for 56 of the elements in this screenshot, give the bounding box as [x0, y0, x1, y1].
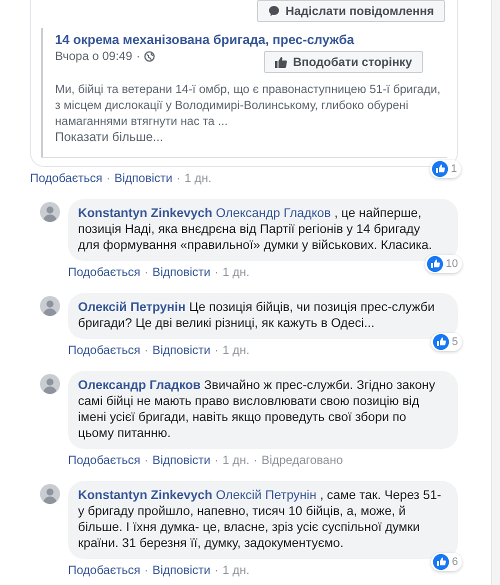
separator-dot: · — [144, 343, 148, 357]
mention-link[interactable]: Олександр Гладков — [216, 206, 331, 220]
comment-action-link[interactable]: Відповісти — [114, 171, 172, 185]
comment-text: Konstantyn Zinkevych Олексій Петрунін , саме так. Через 51-у бригаду пройшло, напевно, тисяч 10 бійців, а, може, й більше. І їхня думка- це, власне, зріз усіє суспільної думки країни. 31 березня її, думку, задокументуємо. — [78, 487, 442, 551]
send-message-button[interactable]: Надіслати повідомлення — [256, 0, 445, 22]
separator-dot: · — [214, 563, 218, 577]
comment-action-link[interactable]: Відповісти — [152, 265, 210, 279]
comment-author-link[interactable]: Konstantyn Zinkevych — [78, 206, 212, 220]
comment-action-link[interactable]: Відповісти — [152, 453, 210, 467]
like-reaction-icon — [432, 334, 449, 350]
separator-dot: · — [214, 453, 218, 467]
globe-icon — [144, 50, 156, 62]
like-reaction-icon — [432, 161, 448, 177]
separator-dot: · — [253, 453, 258, 467]
comment-meta-text: Відредаговано — [261, 453, 343, 467]
like-reaction-icon — [432, 554, 449, 570]
avatar-icon[interactable] — [40, 484, 60, 504]
separator-dot: · — [144, 563, 148, 577]
separator-dot: · — [136, 49, 140, 63]
post-excerpt: Ми, бійці та ветерани 14-ї омбр, що є правонаступницею 51-ї бригади, з місцем дислокації у Володимирі-Волинському, глибоко обурені намаганнями втягнути нас та ... — [55, 81, 442, 129]
separator-dot: · — [144, 265, 148, 279]
comment-text: Олександр Гладков Звичайно ж прес-служби. Згідно закону самі бійці не мають право висловлювати свою позицію від імені усієї бригади, навіть якщо проведуть свої збори по цьому питанню. — [78, 377, 436, 441]
comment-meta-text: 1 дн. — [222, 343, 250, 357]
comment-action-link[interactable]: Подобається — [68, 563, 140, 577]
comment-action-link[interactable]: Подобається — [68, 343, 140, 357]
avatar-icon[interactable] — [40, 202, 60, 222]
thumbs-up-icon — [274, 56, 287, 68]
comment-action-link[interactable]: Подобається — [68, 453, 140, 467]
mention-link[interactable]: Олексій Петрунін — [216, 488, 316, 502]
scrollbar-track[interactable] — [491, 0, 500, 585]
separator-dot: · — [176, 171, 180, 185]
show-more-link[interactable]: Показати більше... — [55, 129, 447, 145]
separator-dot: · — [144, 453, 148, 467]
like-page-button[interactable]: Вподобати сторінку — [264, 51, 423, 73]
separator-dot: · — [214, 343, 218, 357]
comment-action-link[interactable]: Подобається — [30, 171, 102, 185]
comment-meta-text: 1 дн. — [222, 265, 250, 279]
comment-author-link[interactable]: Konstantyn Zinkevych — [78, 488, 212, 502]
comment-meta-text: 1 дн. — [184, 171, 212, 185]
comment-text: Олексій Петрунін Це позиція бійців, чи позиція прес-служби бригади? Це дві великі різниці, як кажуть в Одесі... — [78, 299, 436, 331]
comment-meta-text: 1 дн. — [222, 563, 250, 577]
avatar-icon[interactable] — [40, 374, 60, 394]
chat-icon — [268, 5, 280, 17]
comment-text: Konstantyn Zinkevych Олександр Гладков , це найперше, позиція Наді, яка внєдрєна від Партії регіонів у 14 бригаду для формування «правильної» думки у військових. Класика. — [78, 205, 434, 253]
comment-action-link[interactable]: Відповісти — [152, 563, 210, 577]
comment-author-link[interactable]: Олексій Петрунін — [78, 300, 186, 314]
comment-meta-text: 1 дн. — [222, 453, 250, 467]
comment-action-link[interactable]: Подобається — [68, 265, 140, 279]
avatar-icon[interactable] — [40, 296, 60, 316]
comment-action-link[interactable]: Відповісти — [152, 343, 210, 357]
comment-author-link[interactable]: Олександр Гладков — [78, 378, 201, 392]
separator-dot: · — [214, 265, 218, 279]
page-name-link[interactable]: 14 окрема механізована бригада, прес-служба — [55, 32, 447, 47]
separator-dot: · — [106, 171, 110, 185]
like-reaction-icon — [426, 256, 443, 272]
post-time: Вчора о 09:49 — [55, 49, 132, 63]
